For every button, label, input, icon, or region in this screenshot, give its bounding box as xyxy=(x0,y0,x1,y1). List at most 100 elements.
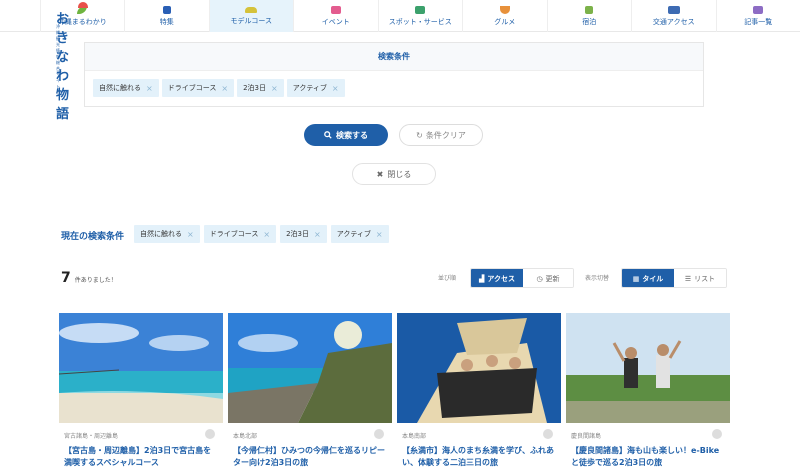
favorite-icon[interactable] xyxy=(205,429,215,439)
card-area: 宮古諸島・周辺離島 xyxy=(64,433,119,440)
reset-icon: ↻ xyxy=(416,130,423,140)
logo-subtitle: 沖縄観光情報総合サイト xyxy=(56,24,60,89)
document-icon xyxy=(753,5,764,14)
nav-label: 記事一覧 xyxy=(744,17,773,26)
remove-icon[interactable]: × xyxy=(263,230,270,239)
condition-chip[interactable]: ドライブコース × xyxy=(161,79,235,97)
course-photo-cliff xyxy=(228,313,392,423)
current-condition-chip[interactable]: 2泊3日 × xyxy=(280,225,327,243)
nav-item-model-course[interactable]: モデルコース xyxy=(208,0,293,32)
course-card[interactable]: 本島北部 【今帰仁村】ひみつの今帰仁を巡るリピーター向け2泊3日の旅 xyxy=(228,313,392,471)
condition-chip[interactable]: アクティブ × xyxy=(286,79,345,97)
nav-label: モデルコース xyxy=(230,16,272,25)
result-count-text: 件ありました！ xyxy=(74,277,117,284)
favorite-icon[interactable] xyxy=(374,429,384,439)
nav-label: 交通アクセス xyxy=(652,17,695,26)
current-condition-chip[interactable]: ドライブコース × xyxy=(203,225,277,243)
nav-item-spots-services[interactable]: スポット・サービス xyxy=(377,0,463,32)
sort-option-label: 更新 xyxy=(545,275,560,283)
site-header: おきなわ物語 沖縄観光情報総合サイト 沖縄まるわかり 特集 モデルコース イベン… xyxy=(0,0,800,122)
remove-icon[interactable]: × xyxy=(221,84,228,93)
course-photo-hikers xyxy=(566,313,730,423)
chip-label: 自然に触れる xyxy=(99,84,141,92)
condition-chip[interactable]: 2泊3日 × xyxy=(237,79,284,97)
card-title[interactable]: 【慶良間諸島】海も山も楽しい！e-Bikeと徒歩で巡る2泊3日の旅 xyxy=(571,445,725,469)
calendar-icon xyxy=(330,5,341,14)
course-card[interactable]: 本島南部 【糸満市】海人のまち糸満を学び、ふれあい、体験する二泊三日の旅 xyxy=(397,313,561,471)
view-option-label: リスト xyxy=(694,275,716,283)
nav-label: 特集 xyxy=(159,17,174,26)
result-count-number: 7 xyxy=(61,270,71,286)
close-icon: ✖ xyxy=(376,169,384,179)
clear-conditions-button[interactable]: ↻ 条件クリア xyxy=(399,124,483,146)
chip-label: ドライブコース xyxy=(167,84,217,92)
search-conditions-panel: 検索条件 自然に触れる × ドライブコース × 2泊3日 × アクティブ × xyxy=(84,42,704,107)
card-title[interactable]: 【糸満市】海人のまち糸満を学び、ふれあい、体験する二泊三日の旅 xyxy=(402,445,556,469)
sort-updated-button[interactable]: ◷ 更新 xyxy=(523,269,573,287)
search-button-label: 検索する xyxy=(336,130,368,140)
main-nav: 沖縄まるわかり 特集 モデルコース イベント スポット・サービス グルメ 宿泊 xyxy=(39,0,800,32)
current-condition-chip[interactable]: アクティブ × xyxy=(330,225,389,243)
search-button[interactable]: 検索する xyxy=(304,124,388,146)
nav-item-gourmet[interactable]: グルメ xyxy=(462,0,547,32)
chip-label: 2泊3日 xyxy=(243,84,266,92)
logo-crown-icon xyxy=(78,2,88,8)
clear-button-label: 条件クリア xyxy=(425,130,466,140)
clock-icon: ◷ xyxy=(536,275,543,283)
card-title[interactable]: 【宮古島・周辺離島】2泊3日で宮古島を満喫するスペシャルコース xyxy=(64,445,218,469)
card-area: 慶良間諸島 xyxy=(571,433,602,440)
favorite-icon[interactable] xyxy=(543,429,553,439)
remove-icon[interactable]: × xyxy=(146,84,153,93)
flag-icon xyxy=(162,5,171,14)
remove-icon[interactable]: × xyxy=(187,230,194,239)
sort-access-button[interactable]: ▟ アクセス xyxy=(471,269,523,287)
chip-label: アクティブ xyxy=(336,230,371,238)
sort-toggle: ▟ アクセス ◷ 更新 xyxy=(470,268,574,288)
building-icon xyxy=(585,5,594,14)
course-photo-sailboat xyxy=(397,313,561,423)
remove-icon[interactable]: × xyxy=(271,84,278,93)
close-button-label: 閉じる xyxy=(387,169,412,179)
nav-item-events[interactable]: イベント xyxy=(293,0,378,32)
close-button[interactable]: ✖ 閉じる xyxy=(352,163,436,185)
chip-label: 2泊3日 xyxy=(286,230,309,238)
view-toggle-label: 表示切替 xyxy=(585,275,610,282)
course-card[interactable]: 宮古諸島・周辺離島 【宮古島・周辺離島】2泊3日で宮古島を満喫するスペシャルコー… xyxy=(59,313,223,471)
view-toggle: ▦ タイル ☰ リスト xyxy=(621,268,727,288)
card-area: 本島北部 xyxy=(233,433,258,440)
current-condition-chip[interactable]: 自然に触れる × xyxy=(134,225,200,243)
bus-icon xyxy=(667,5,680,14)
nav-label: グルメ xyxy=(494,17,516,26)
chip-label: ドライブコース xyxy=(209,230,259,238)
remove-icon[interactable]: × xyxy=(314,230,321,239)
site-logo[interactable]: おきなわ物語 沖縄観光情報総合サイト xyxy=(0,0,88,122)
favorite-icon[interactable] xyxy=(712,429,722,439)
bar-chart-icon: ▟ xyxy=(478,275,485,283)
remove-icon[interactable]: × xyxy=(376,230,383,239)
course-photo-beach xyxy=(59,313,223,423)
course-card[interactable]: 慶良間諸島 【慶良間諸島】海も山も楽しい！e-Bikeと徒歩で巡る2泊3日の旅 xyxy=(566,313,730,471)
card-title[interactable]: 【今帰仁村】ひみつの今帰仁を巡るリピーター向け2泊3日の旅 xyxy=(233,445,387,469)
grid-icon: ▦ xyxy=(632,275,640,283)
nav-item-transport[interactable]: 交通アクセス xyxy=(631,0,716,32)
chip-label: 自然に触れる xyxy=(140,230,182,238)
car-icon xyxy=(245,6,258,13)
view-option-label: タイル xyxy=(642,275,664,283)
view-tile-button[interactable]: ▦ タイル xyxy=(622,269,674,287)
chip-label: アクティブ xyxy=(292,84,327,92)
bowl-icon xyxy=(499,5,510,14)
current-conditions-label: 現在の検索条件 xyxy=(61,232,125,242)
list-icon: ☰ xyxy=(684,275,692,283)
sort-option-label: アクセス xyxy=(487,275,516,283)
nav-item-articles[interactable]: 記事一覧 xyxy=(715,0,800,32)
nav-item-lodging[interactable]: 宿泊 xyxy=(546,0,632,32)
sort-label: 並び順 xyxy=(438,275,457,282)
remove-icon[interactable]: × xyxy=(332,84,339,93)
condition-chip[interactable]: 自然に触れる × xyxy=(93,79,159,97)
condition-chips: 自然に触れる × ドライブコース × 2泊3日 × アクティブ × xyxy=(85,71,703,105)
nav-item-features[interactable]: 特集 xyxy=(124,0,209,32)
nav-label: スポット・サービス xyxy=(388,17,452,26)
camera-icon xyxy=(415,5,426,14)
view-list-button[interactable]: ☰ リスト xyxy=(674,269,726,287)
result-count: 7 件ありました！ xyxy=(61,270,117,286)
